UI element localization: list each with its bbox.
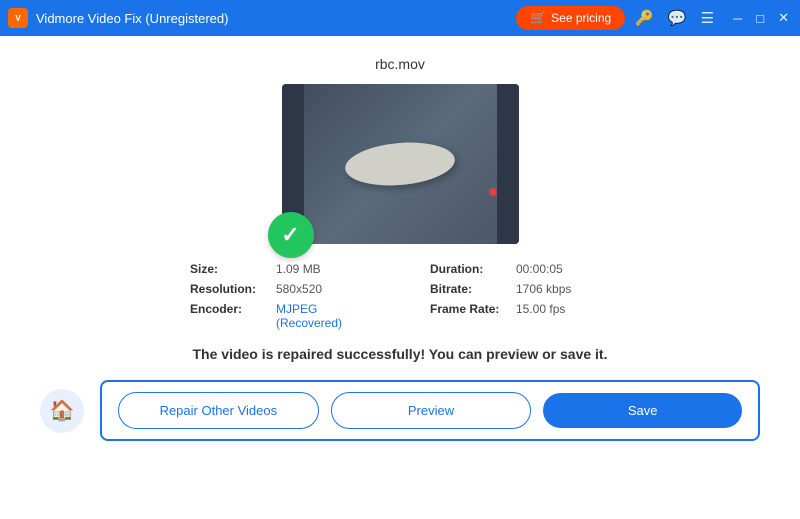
- minimize-button[interactable]: ─: [730, 11, 745, 26]
- title-bar-left: V Vidmore Video Fix (Unregistered): [8, 8, 228, 28]
- duration-label: Duration:: [430, 262, 510, 276]
- size-value: 1.09 MB: [276, 262, 321, 276]
- video-inner: [282, 84, 519, 244]
- framerate-label: Frame Rate:: [430, 302, 510, 316]
- action-box: Repair Other Videos Preview Save: [100, 380, 760, 441]
- size-row: Size: 1.09 MB: [190, 262, 370, 276]
- title-bar-right: 🛒 See pricing 🔑 💬 ☰ ─ □ ✕: [516, 6, 792, 30]
- app-title: Vidmore Video Fix (Unregistered): [36, 11, 228, 26]
- bitrate-value: 1706 kbps: [516, 282, 571, 296]
- save-button[interactable]: Save: [543, 393, 742, 428]
- success-message: The video is repaired successfully! You …: [193, 346, 608, 362]
- encoder-label: Encoder:: [190, 302, 270, 316]
- resolution-row: Resolution: 580x520: [190, 282, 370, 296]
- see-pricing-button[interactable]: 🛒 See pricing: [516, 6, 625, 30]
- maximize-button[interactable]: □: [753, 11, 767, 26]
- window-controls: ─ □ ✕: [730, 10, 792, 26]
- resolution-label: Resolution:: [190, 282, 270, 296]
- duration-value: 00:00:05: [516, 262, 563, 276]
- red-indicator: [489, 188, 497, 196]
- encoder-value: MJPEG (Recovered): [276, 302, 370, 330]
- size-label: Size:: [190, 262, 270, 276]
- repair-other-videos-button[interactable]: Repair Other Videos: [118, 392, 319, 429]
- app-logo: V: [8, 8, 28, 28]
- resolution-value: 580x520: [276, 282, 322, 296]
- video-thumbnail: ✓: [282, 84, 519, 244]
- video-preview-shape: [343, 138, 456, 189]
- chat-icon[interactable]: 💬: [664, 7, 691, 29]
- home-icon: 🏠: [50, 398, 75, 423]
- bottom-actions: 🏠 Repair Other Videos Preview Save: [0, 380, 800, 441]
- video-filename: rbc.mov: [375, 56, 425, 72]
- preview-button[interactable]: Preview: [331, 392, 532, 429]
- encoder-row: Encoder: MJPEG (Recovered): [190, 302, 370, 330]
- pricing-label: See pricing: [551, 11, 611, 25]
- home-button[interactable]: 🏠: [40, 389, 84, 433]
- svg-text:V: V: [15, 14, 21, 23]
- cart-icon: 🛒: [530, 10, 546, 26]
- video-info-grid: Size: 1.09 MB Duration: 00:00:05 Resolut…: [190, 262, 610, 330]
- framerate-value: 15.00 fps: [516, 302, 565, 316]
- close-button[interactable]: ✕: [775, 10, 792, 26]
- success-badge: ✓: [268, 212, 314, 258]
- title-bar: V Vidmore Video Fix (Unregistered) 🛒 See…: [0, 0, 800, 36]
- duration-row: Duration: 00:00:05: [430, 262, 610, 276]
- key-icon[interactable]: 🔑: [631, 7, 658, 29]
- main-content: rbc.mov ✓ Size: 1.09 MB Duration: 00:00:…: [0, 36, 800, 519]
- checkmark-icon: ✓: [281, 224, 299, 246]
- framerate-row: Frame Rate: 15.00 fps: [430, 302, 610, 330]
- bitrate-row: Bitrate: 1706 kbps: [430, 282, 610, 296]
- bitrate-label: Bitrate:: [430, 282, 510, 296]
- menu-icon[interactable]: ☰: [697, 7, 718, 29]
